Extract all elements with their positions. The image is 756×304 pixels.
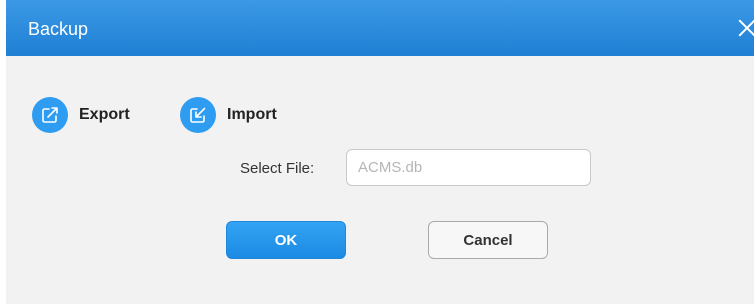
export-icon: [32, 97, 68, 133]
dialog-title: Backup: [28, 19, 89, 39]
ok-button[interactable]: OK: [226, 221, 346, 259]
close-icon[interactable]: [732, 14, 756, 42]
export-button[interactable]: Export: [32, 96, 130, 134]
dialog-title-bar: Backup: [6, 0, 754, 56]
export-label: Export: [79, 106, 130, 123]
import-button[interactable]: Import: [180, 96, 277, 134]
select-file-label: Select File:: [240, 160, 315, 177]
backup-dialog: Backup Export Import Select File: OK Can…: [0, 0, 756, 304]
select-file-input[interactable]: [346, 149, 591, 186]
cancel-button[interactable]: Cancel: [428, 221, 548, 259]
import-label: Import: [227, 106, 277, 123]
import-icon: [180, 97, 216, 133]
